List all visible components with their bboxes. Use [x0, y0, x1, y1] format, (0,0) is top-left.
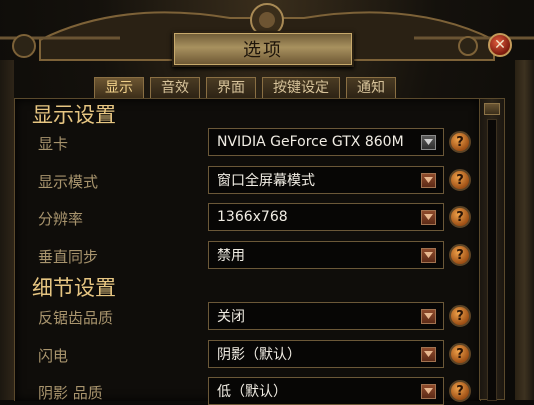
antialiasing-dropdown[interactable]: 关闭: [208, 302, 444, 330]
resolution-value: 1366x768: [217, 209, 288, 225]
label-vsync: 垂直同步: [38, 248, 99, 266]
vsync-value: 禁用: [217, 248, 245, 264]
vsync-dropdown[interactable]: 禁用: [208, 241, 444, 269]
window-title-plate: 选项: [172, 31, 354, 67]
tab-audio[interactable]: 音效: [150, 77, 200, 99]
settings-scrollbar[interactable]: [479, 98, 505, 401]
lighting-value: 阴影（默认）: [217, 347, 301, 363]
dropdown-arrow-icon: [421, 383, 436, 399]
dropdown-arrow-icon: [421, 134, 436, 150]
tab-interface[interactable]: 界面: [206, 77, 256, 99]
label-resolution: 分辨率: [38, 210, 84, 228]
tab-display[interactable]: 显示: [94, 77, 144, 99]
frame-left-edge: [0, 60, 14, 400]
section-title-detail: 细节设置: [32, 276, 116, 300]
graphics-card-value: NVIDIA GeForce GTX 860M: [217, 134, 404, 150]
dropdown-arrow-icon: [421, 308, 436, 324]
resolution-dropdown[interactable]: 1366x768: [208, 203, 444, 231]
label-display-mode: 显示模式: [38, 173, 99, 191]
antialiasing-value: 关闭: [217, 309, 245, 325]
dropdown-arrow-icon: [421, 172, 436, 188]
scroll-up-icon[interactable]: [484, 103, 500, 115]
help-icon[interactable]: ?: [449, 206, 471, 228]
lighting-dropdown[interactable]: 阴影（默认）: [208, 340, 444, 368]
display-mode-dropdown[interactable]: 窗口全屏幕模式: [208, 166, 444, 194]
tab-notifications[interactable]: 通知: [346, 77, 396, 99]
help-icon[interactable]: ?: [449, 380, 471, 402]
section-title-display: 显示设置: [32, 103, 116, 127]
label-antialiasing: 反锯齿品质: [38, 309, 114, 327]
dropdown-arrow-icon: [421, 247, 436, 263]
tab-keybindings[interactable]: 按键设定: [262, 77, 340, 99]
help-icon[interactable]: ?: [449, 131, 471, 153]
label-graphics-card: 显卡: [38, 135, 69, 153]
scroll-track[interactable]: [487, 119, 497, 401]
dropdown-arrow-icon: [421, 209, 436, 225]
window-title: 选项: [243, 40, 283, 61]
close-button[interactable]: ✕: [488, 33, 512, 57]
help-icon[interactable]: ?: [449, 343, 471, 365]
frame-right-edge: [515, 60, 534, 400]
close-icon: ✕: [494, 37, 506, 53]
tab-bar: 显示 音效 界面 按键设定 通知: [94, 77, 396, 99]
shadow-quality-dropdown[interactable]: 低（默认）: [208, 377, 444, 405]
graphics-card-dropdown[interactable]: NVIDIA GeForce GTX 860M: [208, 128, 444, 156]
display-mode-value: 窗口全屏幕模式: [217, 173, 315, 189]
help-icon[interactable]: ?: [449, 169, 471, 191]
shadow-quality-value: 低（默认）: [217, 384, 287, 400]
help-icon[interactable]: ?: [449, 244, 471, 266]
dropdown-arrow-icon: [421, 346, 436, 362]
settings-panel: 显示设置 显卡 NVIDIA GeForce GTX 860M ? 显示模式 窗…: [14, 98, 481, 405]
help-icon[interactable]: ?: [449, 305, 471, 327]
label-lighting: 闪电: [38, 347, 69, 365]
